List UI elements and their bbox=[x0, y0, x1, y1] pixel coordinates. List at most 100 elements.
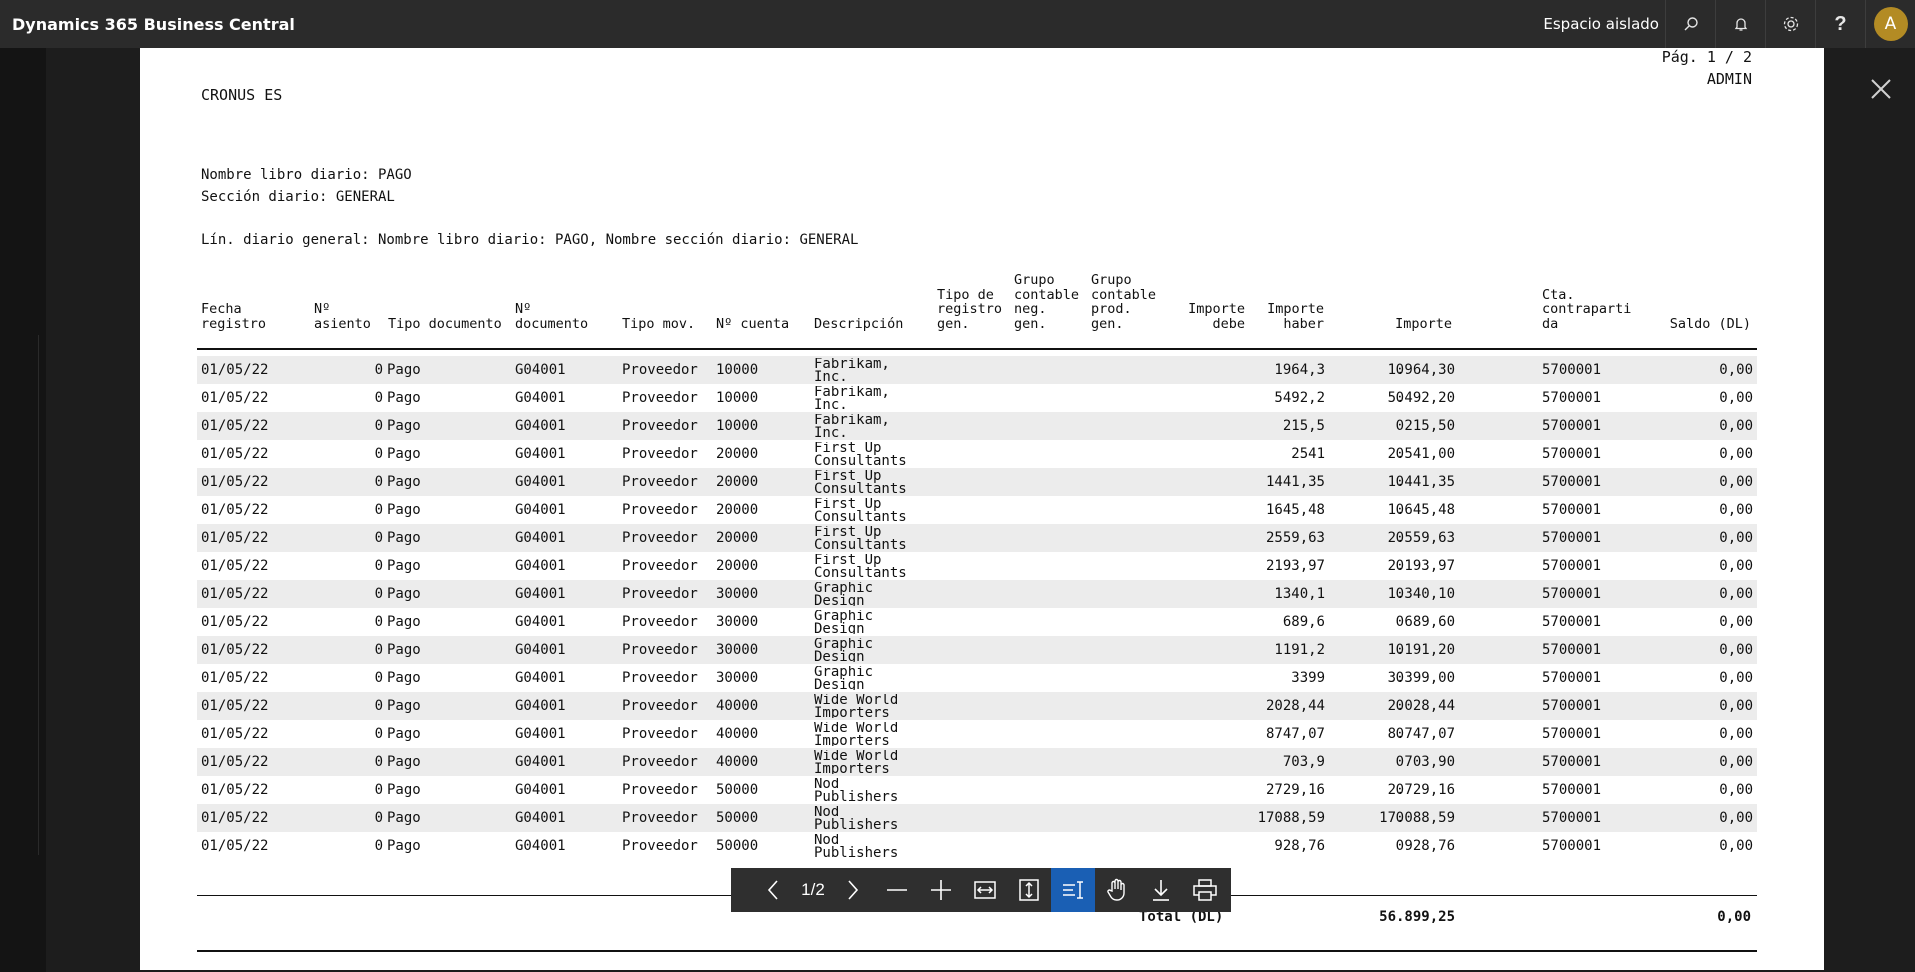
cell-contrapartida: 5700001 bbox=[1542, 782, 1602, 798]
settings-button[interactable] bbox=[1765, 0, 1815, 48]
hand-pan-button[interactable] bbox=[1095, 868, 1139, 912]
cell-debe: 8747,07 bbox=[1265, 726, 1325, 742]
cell-debe: 17088,59 bbox=[1257, 810, 1325, 826]
cell-tipo-mov: Proveedor bbox=[622, 474, 698, 490]
cell-asiento: 0 bbox=[374, 474, 383, 490]
total-importe: 56.899,25 bbox=[1379, 909, 1455, 925]
cell-importe: 3.399,00 bbox=[1387, 670, 1455, 686]
previous-page-button[interactable] bbox=[751, 868, 795, 912]
cell-fecha: 01/05/22 bbox=[201, 726, 269, 742]
col-header-contrapartida: Cta. contraparti da bbox=[1542, 286, 1632, 332]
cell-debe: 689,6 bbox=[1282, 614, 1325, 630]
table-row: 01/05/22 0 Pago G04001 Proveedor 20000 2559,63… bbox=[197, 524, 1757, 552]
next-page-button[interactable] bbox=[831, 868, 875, 912]
cell-contrapartida: 5700001 bbox=[1542, 614, 1602, 630]
cell-tipo-mov: Proveedor bbox=[622, 698, 698, 714]
cell-tipo-doc: Pago bbox=[387, 754, 421, 770]
print-icon bbox=[1193, 879, 1217, 901]
cell-importe: 703,90 bbox=[1404, 754, 1455, 770]
search-button[interactable] bbox=[1665, 0, 1715, 48]
download-button[interactable] bbox=[1139, 868, 1183, 912]
col-header-tipo-mov: Tipo mov. bbox=[622, 315, 696, 332]
cell-asiento: 0 bbox=[374, 642, 383, 658]
cell-importe: 2.541,00 bbox=[1387, 446, 1455, 462]
text-select-button[interactable] bbox=[1051, 868, 1095, 912]
table-row: 01/05/22 0 Pago G04001 Proveedor 30000 689,6 0 6… bbox=[197, 608, 1757, 636]
table-row: 01/05/22 0 Pago G04001 Proveedor 20000 1645,48… bbox=[197, 496, 1757, 524]
cell-importe: 8.747,07 bbox=[1387, 726, 1455, 742]
cell-saldo: 0,00 bbox=[1719, 586, 1753, 602]
cell-saldo: 0,00 bbox=[1719, 502, 1753, 518]
cell-num-doc: G04001 bbox=[515, 838, 566, 854]
cell-cuenta: 30000 bbox=[716, 670, 759, 686]
cell-tipo-doc: Pago bbox=[387, 614, 421, 630]
chevron-right-icon bbox=[848, 880, 859, 900]
cell-saldo: 0,00 bbox=[1719, 754, 1753, 770]
zoom-out-button[interactable] bbox=[875, 868, 919, 912]
bell-icon bbox=[1734, 18, 1747, 31]
cell-importe: 1.340,10 bbox=[1387, 586, 1455, 602]
cell-num-doc: G04001 bbox=[515, 390, 566, 406]
cell-cuenta: 40000 bbox=[716, 726, 759, 742]
user-menu[interactable]: A bbox=[1865, 0, 1915, 48]
cell-asiento: 0 bbox=[374, 670, 383, 686]
col-header-tipo-doc: Tipo documento bbox=[388, 315, 502, 332]
left-navigation-strip bbox=[0, 48, 46, 972]
cell-tipo-mov: Proveedor bbox=[622, 754, 698, 770]
fit-width-icon bbox=[974, 881, 996, 899]
cell-tipo-mov: Proveedor bbox=[622, 642, 698, 658]
cell-debe: 2729,16 bbox=[1265, 782, 1325, 798]
cell-debe: 1191,2 bbox=[1274, 642, 1325, 658]
cell-tipo-doc: Pago bbox=[387, 810, 421, 826]
zoom-in-button[interactable] bbox=[919, 868, 963, 912]
help-button[interactable]: ? bbox=[1815, 0, 1865, 48]
cell-cuenta: 20000 bbox=[716, 446, 759, 462]
cell-fecha: 01/05/22 bbox=[201, 586, 269, 602]
col-header-num-doc: Nº documento bbox=[515, 301, 589, 332]
app-title[interactable]: Dynamics 365 Business Central bbox=[0, 15, 295, 34]
print-button[interactable] bbox=[1183, 868, 1227, 912]
notifications-button[interactable] bbox=[1715, 0, 1765, 48]
table-row: 01/05/22 0 Pago G04001 Proveedor 40000 703,9 0 7… bbox=[197, 748, 1757, 776]
col-header-cuenta: Nº cuenta bbox=[716, 315, 790, 332]
bottom-rule bbox=[197, 950, 1757, 952]
avatar[interactable]: A bbox=[1873, 7, 1908, 41]
page-indicator: 1/2 bbox=[801, 880, 825, 899]
cell-contrapartida: 5700001 bbox=[1542, 390, 1602, 406]
company-name: CRONUS ES bbox=[201, 86, 283, 104]
cell-fecha: 01/05/22 bbox=[201, 838, 269, 854]
cell-fecha: 01/05/22 bbox=[201, 810, 269, 826]
cell-contrapartida: 5700001 bbox=[1542, 838, 1602, 854]
cell-tipo-mov: Proveedor bbox=[622, 670, 698, 686]
close-viewer-button[interactable] bbox=[1862, 70, 1900, 108]
cell-descripcion: Wide World Importers bbox=[814, 750, 899, 774]
cell-contrapartida: 5700001 bbox=[1542, 418, 1602, 434]
cell-descripcion: Nod Publishers bbox=[814, 778, 899, 802]
cell-tipo-mov: Proveedor bbox=[622, 446, 698, 462]
page-number: Pág. 1 / 2 bbox=[1661, 48, 1752, 66]
cell-asiento: 0 bbox=[374, 698, 383, 714]
fit-page-icon bbox=[1019, 879, 1039, 901]
fit-width-button[interactable] bbox=[963, 868, 1007, 912]
cell-descripcion: Graphic Design Institute bbox=[814, 666, 874, 690]
cell-fecha: 01/05/22 bbox=[201, 418, 269, 434]
cell-descripcion: Fabrikam, Inc. bbox=[814, 386, 890, 410]
cell-cuenta: 30000 bbox=[716, 586, 759, 602]
cell-num-doc: G04001 bbox=[515, 446, 566, 462]
cell-cuenta: 50000 bbox=[716, 810, 759, 826]
cell-asiento: 0 bbox=[374, 502, 383, 518]
cell-asiento: 0 bbox=[374, 782, 383, 798]
cell-saldo: 0,00 bbox=[1719, 670, 1753, 686]
cell-fecha: 01/05/22 bbox=[201, 558, 269, 574]
cell-cuenta: 20000 bbox=[716, 558, 759, 574]
cell-num-doc: G04001 bbox=[515, 754, 566, 770]
cell-num-doc: G04001 bbox=[515, 474, 566, 490]
filter-line: Lín. diario general: Nombre libro diario… bbox=[201, 232, 859, 248]
top-bar: Dynamics 365 Business Central Espacio ai… bbox=[0, 0, 1915, 48]
cell-debe: 1441,35 bbox=[1265, 474, 1325, 490]
cell-asiento: 0 bbox=[374, 726, 383, 742]
table-row: 01/05/22 0 Pago G04001 Proveedor 30000 3399 0 3.… bbox=[197, 664, 1757, 692]
cell-tipo-mov: Proveedor bbox=[622, 530, 698, 546]
fit-page-button[interactable] bbox=[1007, 868, 1051, 912]
table-row: 01/05/22 0 Pago G04001 Proveedor 10000 5492,2 0… bbox=[197, 384, 1757, 412]
